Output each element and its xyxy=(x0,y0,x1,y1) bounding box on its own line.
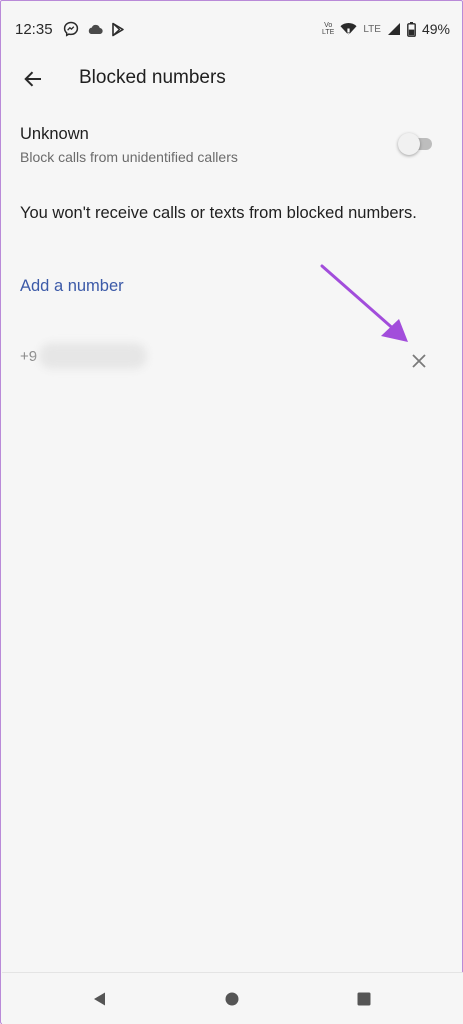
square-recents-icon xyxy=(357,992,371,1006)
close-icon xyxy=(412,354,426,368)
remove-number-button[interactable] xyxy=(405,347,433,375)
cloud-icon xyxy=(87,23,103,35)
status-time: 12:35 xyxy=(15,20,53,38)
app-bar: Blocked numbers xyxy=(1,57,463,99)
setting-subtitle: Block calls from unidentified callers xyxy=(20,149,238,165)
volte-indicator: Vo LTE xyxy=(322,22,334,36)
messenger-icon xyxy=(63,21,79,37)
toggle-thumb xyxy=(398,133,420,155)
page-title: Blocked numbers xyxy=(79,67,226,88)
volte-label-bottom: LTE xyxy=(322,29,335,36)
back-button[interactable] xyxy=(19,65,47,93)
blocked-info-text: You won't receive calls or texts from bl… xyxy=(20,204,417,222)
nav-home-button[interactable] xyxy=(220,987,244,1011)
unknown-callers-setting[interactable]: Unknown Block calls from unidentified ca… xyxy=(1,119,463,177)
blocked-number-item: +9 xyxy=(1,339,463,379)
wifi-icon xyxy=(340,22,357,36)
volte-label-top: Vo xyxy=(324,22,333,29)
circle-home-icon xyxy=(225,992,239,1006)
unknown-callers-toggle[interactable] xyxy=(398,133,434,155)
nav-recents-button[interactable] xyxy=(352,987,376,1011)
redacted-number-blur xyxy=(39,343,147,369)
setting-title: Unknown xyxy=(20,125,89,143)
back-arrow-icon xyxy=(24,71,41,87)
screen-frame: 12:35 Vo LTE LTE 49% Blocked numbers Unk… xyxy=(0,0,463,1024)
navigation-bar xyxy=(2,972,463,1024)
lte-indicator: LTE xyxy=(363,23,381,35)
play-store-icon xyxy=(111,22,125,37)
blocked-number-text: +9 xyxy=(20,348,38,365)
nav-back-button[interactable] xyxy=(88,987,112,1011)
status-bar: 12:35 Vo LTE LTE 49% xyxy=(1,1,463,57)
status-indicators: Vo LTE LTE 49% xyxy=(322,21,450,37)
battery-icon xyxy=(407,21,416,37)
triangle-back-icon xyxy=(94,992,105,1006)
signal-icon xyxy=(387,22,401,36)
add-number-button[interactable]: Add a number xyxy=(20,277,124,296)
battery-percent: 49% xyxy=(421,21,450,37)
